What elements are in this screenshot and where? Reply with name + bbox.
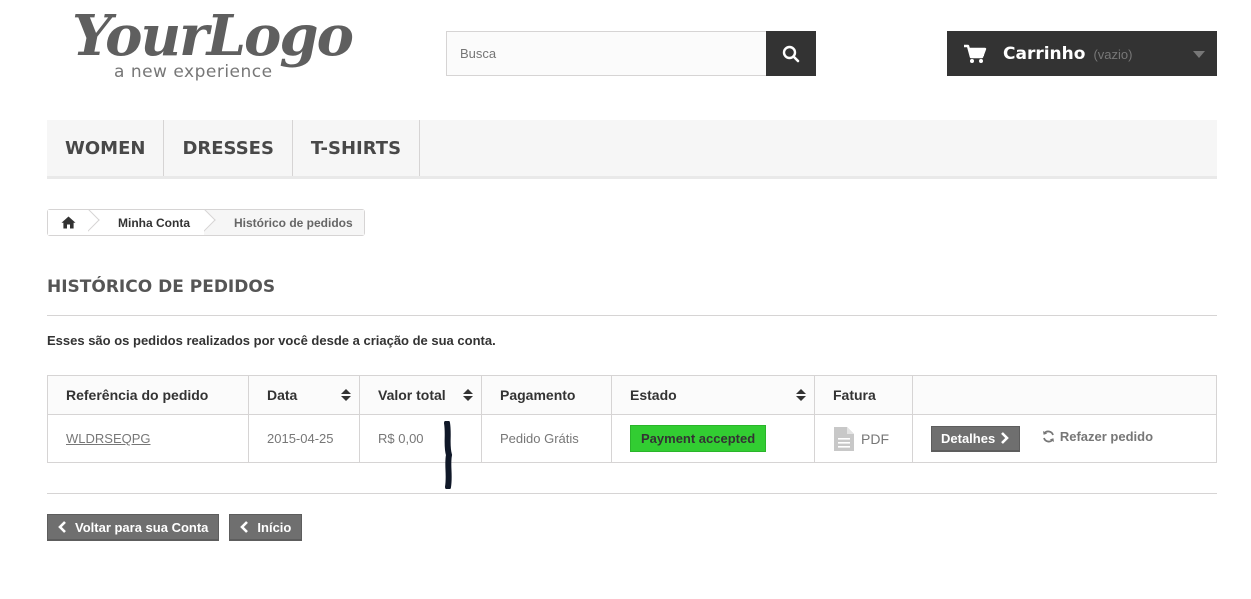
chevron-left-icon	[58, 521, 66, 533]
page-title: HISTÓRICO DE PEDIDOS	[47, 277, 1217, 316]
search-icon	[782, 45, 800, 62]
account-footer-nav: Voltar para sua Conta Início	[47, 514, 303, 541]
main-menu: WOMEN DRESSES T-SHIRTS	[47, 120, 1217, 179]
breadcrumb-separator	[88, 210, 100, 235]
home-button[interactable]: Início	[229, 514, 303, 541]
column-header-status[interactable]: Estado	[611, 375, 815, 415]
reorder-label: Refazer pedido	[1059, 428, 1154, 444]
search-input[interactable]	[446, 31, 766, 76]
order-history-table: Referência do pedido Data Valor total Pa…	[47, 375, 1217, 463]
sort-icon[interactable]	[463, 389, 473, 403]
column-header-label: Fatura	[833, 387, 876, 403]
order-invoice-cell: PDF	[814, 414, 913, 463]
order-date: 2015-04-25	[248, 414, 360, 463]
invoice-pdf-link[interactable]: PDF	[833, 426, 894, 452]
details-button[interactable]: Detalhes	[931, 425, 1021, 452]
menu-item-tshirts[interactable]: T-SHIRTS	[293, 120, 421, 176]
shopping-cart-icon	[964, 44, 987, 63]
search-button[interactable]	[766, 31, 816, 76]
column-header-label: Valor total	[378, 387, 446, 403]
refresh-icon	[1042, 430, 1054, 442]
file-icon	[834, 426, 854, 451]
cart-empty-status: (vazio)	[1093, 47, 1133, 62]
breadcrumb: Minha Conta Histórico de pedidos	[47, 209, 365, 236]
invoice-pdf-label: PDF	[861, 430, 889, 447]
logo-tagline: a new experience	[114, 62, 273, 82]
page-intro: Esses são os pedidos realizados por você…	[47, 333, 496, 348]
order-actions-cell: Detalhes Refazer pedido	[912, 414, 1217, 463]
column-header-invoice[interactable]: Fatura	[814, 375, 913, 415]
reorder-link[interactable]: Refazer pedido	[1042, 429, 1153, 444]
shop-logo[interactable]: YourLogo a new experience	[72, 6, 362, 86]
details-button-label: Detalhes	[941, 430, 996, 446]
search-bar	[446, 31, 816, 76]
order-payment: Pedido Grátis	[481, 414, 612, 463]
status-badge: Payment accepted	[630, 425, 767, 452]
cart-label: Carrinho	[1003, 43, 1086, 64]
breadcrumb-current: Histórico de pedidos	[216, 210, 364, 235]
column-header-label: Estado	[630, 387, 677, 403]
column-header-label: Pagamento	[500, 387, 576, 403]
breadcrumb-separator	[204, 210, 216, 235]
table-header-row: Referência do pedido Data Valor total Pa…	[47, 375, 1217, 415]
column-header-payment[interactable]: Pagamento	[481, 375, 612, 415]
breadcrumb-home[interactable]	[48, 210, 88, 235]
sort-icon[interactable]	[341, 389, 351, 403]
column-header-date[interactable]: Data	[248, 375, 360, 415]
column-header-label: Data	[267, 387, 298, 403]
menu-item-dresses[interactable]: DRESSES	[164, 120, 293, 176]
sort-icon[interactable]	[796, 389, 806, 403]
breadcrumb-account[interactable]: Minha Conta	[100, 210, 204, 235]
order-reference-link[interactable]: WLDRSEQPG	[66, 431, 151, 446]
column-header-label: Referência do pedido	[66, 387, 209, 403]
menu-item-women[interactable]: WOMEN	[47, 120, 165, 176]
column-header-reference[interactable]: Referência do pedido	[47, 375, 249, 415]
back-to-account-button[interactable]: Voltar para sua Conta	[47, 514, 220, 541]
order-total: R$ 0,00	[359, 414, 482, 463]
chevron-down-icon	[1193, 51, 1205, 58]
home-label: Início	[257, 519, 292, 535]
cart-button[interactable]: Carrinho (vazio)	[947, 31, 1217, 76]
back-to-account-label: Voltar para sua Conta	[75, 519, 209, 535]
logo-script-text: YourLogo	[72, 3, 354, 69]
chevron-left-icon	[240, 521, 249, 533]
marker-scribble	[444, 421, 453, 489]
chevron-right-icon	[1001, 432, 1010, 444]
order-status-cell: Payment accepted	[611, 414, 815, 463]
order-reference-cell: WLDRSEQPG	[47, 414, 249, 463]
table-row: WLDRSEQPG 2015-04-25 R$ 0,00 Pedido Grát…	[47, 414, 1217, 463]
home-icon	[61, 216, 75, 229]
divider	[47, 493, 1217, 494]
column-header-actions	[912, 375, 1217, 415]
column-header-total[interactable]: Valor total	[359, 375, 482, 415]
